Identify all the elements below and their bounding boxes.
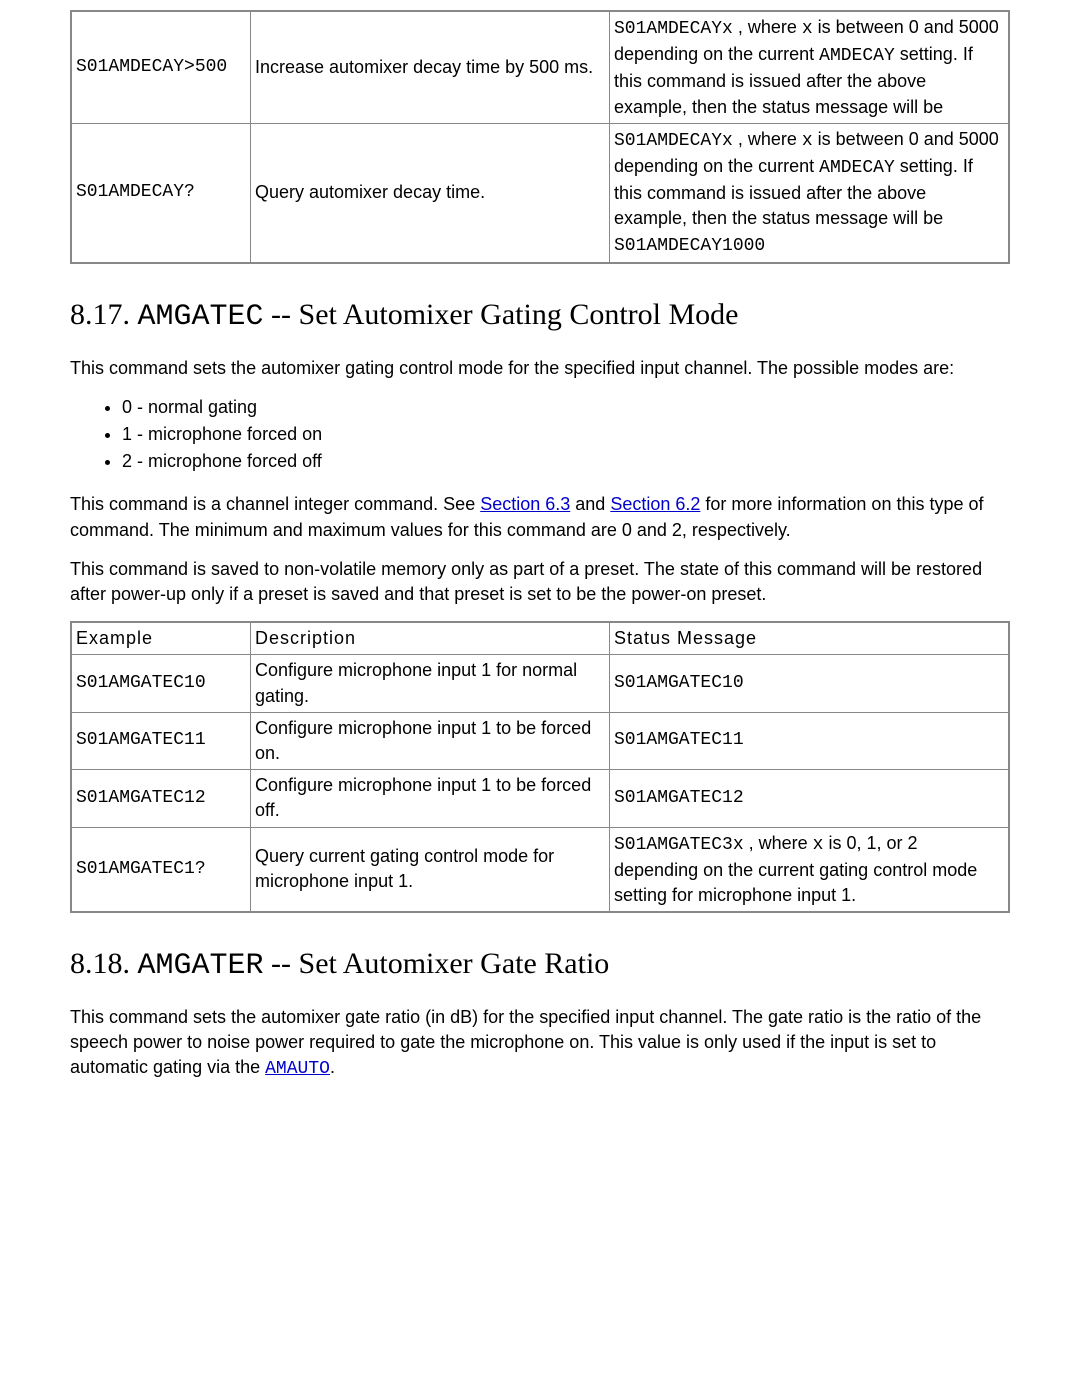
amgatec-channel-para: This command is a channel integer comman… bbox=[70, 492, 1010, 542]
example-cell: S01AMGATEC10 bbox=[71, 655, 251, 712]
example-cell: S01AMDECAY>500 bbox=[71, 11, 251, 123]
amgater-intro: This command sets the automixer gate rat… bbox=[70, 1005, 1010, 1083]
table-row: S01AMGATEC10 Configure microphone input … bbox=[71, 655, 1009, 712]
status-cell: S01AMGATEC12 bbox=[610, 770, 1010, 827]
th-example: Example bbox=[71, 622, 251, 655]
description-cell: Increase automixer decay time by 500 ms. bbox=[251, 11, 610, 123]
status-cell: S01AMDECAYx , where x is between 0 and 5… bbox=[610, 123, 1010, 262]
th-status: Status Message bbox=[610, 622, 1010, 655]
example-cell: S01AMGATEC12 bbox=[71, 770, 251, 827]
status-cell: S01AMGATEC11 bbox=[610, 712, 1010, 769]
table-row: S01AMGATEC1? Query current gating contro… bbox=[71, 827, 1009, 912]
amdecay-table: S01AMDECAY>500 Increase automixer decay … bbox=[70, 10, 1010, 264]
description-cell: Query current gating control mode for mi… bbox=[251, 827, 610, 912]
description-cell: Configure microphone input 1 for normal … bbox=[251, 655, 610, 712]
status-cell: S01AMGATEC3x , where x is 0, 1, or 2 dep… bbox=[610, 827, 1010, 912]
table-row: S01AMGATEC12 Configure microphone input … bbox=[71, 770, 1009, 827]
amgatec-modes-list: 0 - normal gating 1 - microphone forced … bbox=[70, 395, 1010, 475]
table-row: S01AMDECAY? Query automixer decay time. … bbox=[71, 123, 1009, 262]
th-description: Description bbox=[251, 622, 610, 655]
link-section-6-2[interactable]: Section 6.2 bbox=[610, 494, 700, 514]
list-item: 0 - normal gating bbox=[122, 395, 1010, 420]
link-section-6-3[interactable]: Section 6.3 bbox=[480, 494, 570, 514]
example-cell: S01AMGATEC11 bbox=[71, 712, 251, 769]
example-cell: S01AMGATEC1? bbox=[71, 827, 251, 912]
table-row: S01AMDECAY>500 Increase automixer decay … bbox=[71, 11, 1009, 123]
example-cell: S01AMDECAY? bbox=[71, 123, 251, 262]
list-item: 1 - microphone forced on bbox=[122, 422, 1010, 447]
list-item: 2 - microphone forced off bbox=[122, 449, 1010, 474]
description-cell: Configure microphone input 1 to be force… bbox=[251, 712, 610, 769]
amgatec-intro: This command sets the automixer gating c… bbox=[70, 356, 1010, 381]
status-cell: S01AMDECAYx , where x is between 0 and 5… bbox=[610, 11, 1010, 123]
table-header-row: Example Description Status Message bbox=[71, 622, 1009, 655]
section-heading-amgatec: 8.17. AMGATEC -- Set Automixer Gating Co… bbox=[70, 294, 1010, 338]
amgatec-table: Example Description Status Message S01AM… bbox=[70, 621, 1010, 913]
description-cell: Query automixer decay time. bbox=[251, 123, 610, 262]
section-heading-amgater: 8.18. AMGATER -- Set Automixer Gate Rati… bbox=[70, 943, 1010, 987]
amgatec-preset-para: This command is saved to non-volatile me… bbox=[70, 557, 1010, 607]
description-cell: Configure microphone input 1 to be force… bbox=[251, 770, 610, 827]
table-row: S01AMGATEC11 Configure microphone input … bbox=[71, 712, 1009, 769]
status-cell: S01AMGATEC10 bbox=[610, 655, 1010, 712]
link-amauto[interactable]: AMAUTO bbox=[265, 1059, 330, 1079]
